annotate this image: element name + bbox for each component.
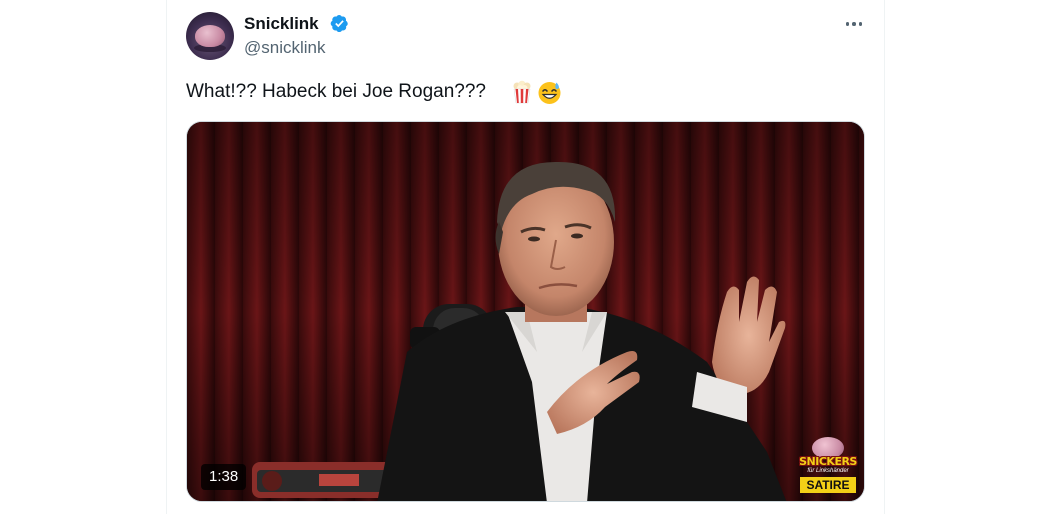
avatar[interactable] [186, 12, 234, 60]
verified-badge-icon [330, 14, 348, 33]
more-options-button[interactable] [842, 12, 866, 36]
tweet-text: What!?? Habeck bei Joe Rogan??? [186, 81, 486, 102]
timeline-border-right [884, 0, 885, 514]
more-dot [858, 22, 863, 26]
sweat-smile-icon [538, 82, 561, 104]
popcorn-icon [513, 80, 531, 104]
timeline-border-left [166, 0, 167, 514]
handle[interactable]: @snicklink [244, 38, 326, 58]
more-dot [852, 22, 856, 26]
more-dot [845, 22, 850, 26]
satire-watermark-logo: SNICKERS für Linkshänder SATIRE [798, 437, 858, 495]
video-player[interactable]: 1:38 SNICKERS für Linkshänder SATIRE [186, 121, 865, 502]
video-duration-badge: 1:38 [201, 464, 247, 490]
display-name[interactable]: Snicklink [244, 14, 319, 34]
watermark-satire-label: SATIRE [800, 477, 856, 493]
avatar-figure [195, 25, 225, 47]
watermark-subtitle: für Linkshänder [807, 468, 849, 474]
video-frame [187, 122, 864, 501]
watermark-brand: SNICKERS [799, 455, 857, 468]
